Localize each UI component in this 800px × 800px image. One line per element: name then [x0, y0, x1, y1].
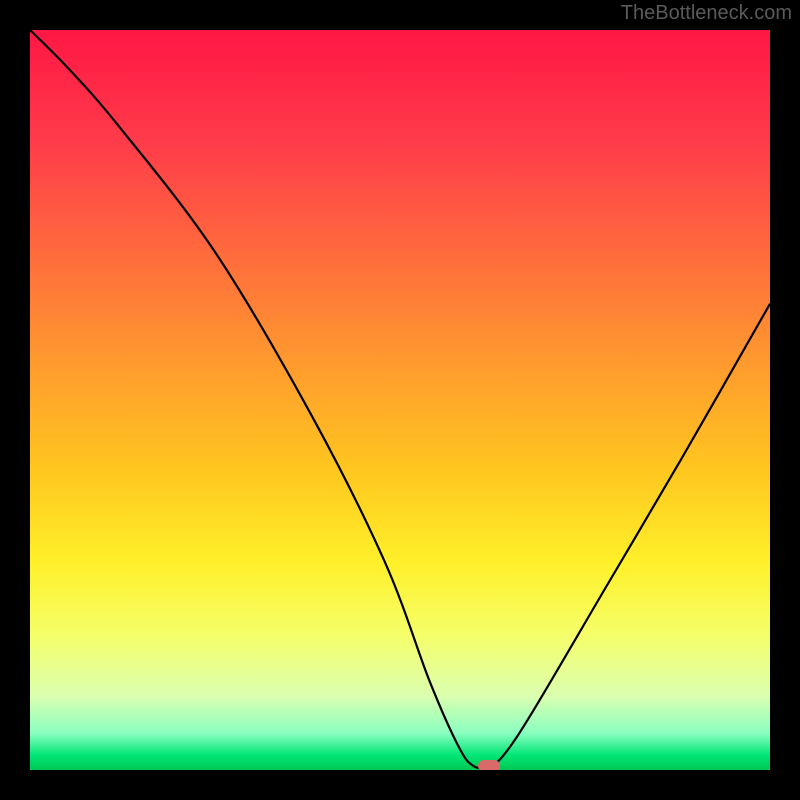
bottleneck-curve: [30, 30, 770, 770]
watermark-text: TheBottleneck.com: [621, 2, 792, 25]
plot-area: [30, 30, 770, 770]
optimal-marker: [478, 760, 500, 770]
